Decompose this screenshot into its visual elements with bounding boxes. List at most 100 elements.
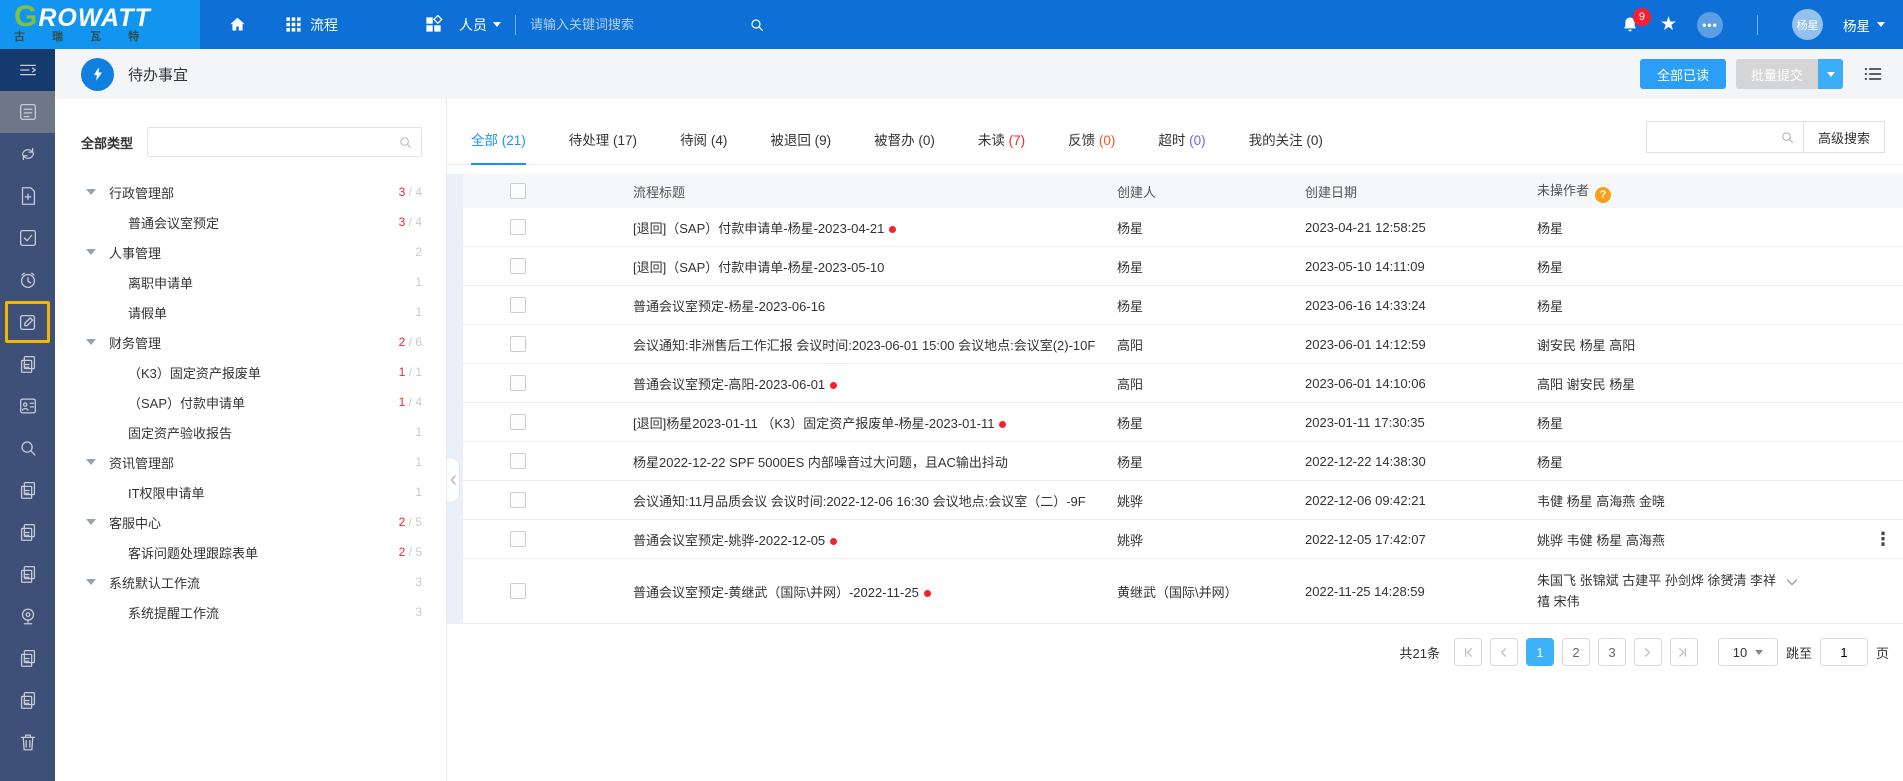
column-header-title[interactable]: 流程标题 [573, 182, 1097, 201]
collapse-triangle-icon[interactable] [86, 519, 96, 525]
collapse-triangle-icon[interactable] [86, 339, 96, 345]
sidebar-item-documents[interactable] [0, 469, 55, 511]
last-page-button[interactable] [1669, 638, 1698, 666]
table-row[interactable]: 普通会议室预定-高阳-2023-06-01 高阳 2023-06-01 14:10:… [447, 364, 1903, 403]
sidebar-item-new-form[interactable] [0, 175, 55, 217]
avatar[interactable]: 杨星 [1792, 9, 1823, 40]
collapse-triangle-icon[interactable] [86, 579, 96, 585]
row-title-link[interactable]: 杨星2022-12-22 SPF 5000ES 内部噪音过大问题，且AC输出抖动 [573, 452, 1097, 471]
sidebar-item-documents-3[interactable] [0, 553, 55, 595]
column-header-date[interactable]: 创建日期 [1287, 182, 1517, 201]
search-category-dropdown[interactable]: 人员 [459, 15, 501, 35]
batch-submit-button[interactable]: 批量提交 [1735, 59, 1818, 89]
tree-item[interactable]: 系统默认工作流 3 [81, 567, 422, 597]
process-menu[interactable]: 流程 [285, 15, 338, 35]
batch-submit-dropdown[interactable] [1818, 59, 1843, 89]
tree-item[interactable]: 财务管理 2 / 6 [81, 327, 422, 357]
read-all-button[interactable]: 全部已读 [1639, 59, 1726, 89]
column-header-creator[interactable]: 创建人 [1097, 182, 1287, 201]
tree-item[interactable]: 固定资产验收报告 1 [81, 417, 422, 447]
row-checkbox[interactable] [510, 375, 526, 391]
sidebar-item-documents-5[interactable] [0, 679, 55, 721]
tab-被退回[interactable]: 被退回 (9) [770, 129, 831, 164]
sidebar-item-pending-clock[interactable] [0, 259, 55, 301]
collapse-triangle-icon[interactable] [86, 459, 96, 465]
jump-to-input[interactable] [1819, 638, 1868, 666]
growatt-logo[interactable]: GROWATT 古 瑞 瓦 特 [0, 0, 200, 49]
tree-item[interactable]: 资讯管理部 1 [81, 447, 422, 477]
tree-item[interactable]: 人事管理 2 [81, 237, 422, 267]
home-button[interactable] [228, 15, 247, 34]
tree-item[interactable]: 行政管理部 3 / 4 [81, 177, 422, 207]
search-icon[interactable] [749, 17, 765, 33]
table-row[interactable]: [退回]（SAP）付款申请单-杨星-2023-04-21 杨星 2023-04-21… [447, 208, 1903, 247]
next-page-button[interactable] [1633, 638, 1662, 666]
row-checkbox[interactable] [510, 531, 526, 547]
row-checkbox[interactable] [510, 258, 526, 274]
prev-page-button[interactable] [1489, 638, 1518, 666]
tree-item[interactable]: 客诉问题处理跟踪表单 2 / 5 [81, 537, 422, 567]
row-checkbox[interactable] [510, 219, 526, 235]
panel-collapse-handle[interactable] [447, 457, 460, 503]
sidebar-item-trash[interactable] [0, 721, 55, 763]
user-menu[interactable]: 杨星 [1843, 15, 1885, 35]
tab-待阅[interactable]: 待阅 (4) [680, 129, 727, 164]
sidebar-item-documents-4[interactable] [0, 637, 55, 679]
row-title-link[interactable]: 普通会议室预定-黄继武（国际\并网）-2022-11-25 [573, 582, 1097, 601]
row-title-link[interactable]: [退回]（SAP）付款申请单-杨星-2023-05-10 [573, 257, 1097, 276]
select-all-checkbox[interactable] [510, 183, 526, 199]
sidebar-item-documents-2[interactable] [0, 511, 55, 553]
tab-全部[interactable]: 全部 (21) [471, 129, 526, 165]
table-row[interactable]: [退回]杨星2023-01-11 （K3）固定资产报废单-杨星-2023-01-… [447, 403, 1903, 442]
tree-item[interactable]: 系统提醒工作流 3 [81, 597, 422, 627]
table-row[interactable]: 会议通知:非洲售后工作汇报 会议时间:2023-06-01 15:00 会议地点… [447, 325, 1903, 364]
table-row[interactable]: [退回]（SAP）付款申请单-杨星-2023-05-10 杨星 2023-05-10… [447, 247, 1903, 286]
sidebar-item-draft-edit[interactable] [5, 301, 50, 343]
org-switch-button[interactable] [424, 15, 443, 34]
global-search-input[interactable] [530, 17, 710, 32]
tree-item[interactable]: （SAP）付款申请单 1 / 4 [81, 387, 422, 417]
table-row[interactable]: 杨星2022-12-22 SPF 5000ES 内部噪音过大问题，且AC输出抖动… [447, 442, 1903, 481]
row-checkbox[interactable] [510, 583, 526, 599]
table-row[interactable]: 会议通知:11月品质会议 会议时间:2022-12-06 16:30 会议地点:… [447, 481, 1903, 520]
row-actions-menu-icon[interactable]: ⋮ [1874, 530, 1892, 548]
row-checkbox[interactable] [510, 453, 526, 469]
row-title-link[interactable]: 普通会议室预定-高阳-2023-06-01 [573, 374, 1097, 393]
row-checkbox[interactable] [510, 297, 526, 313]
sidebar-item-approved[interactable] [0, 217, 55, 259]
tab-我的关注[interactable]: 我的关注 (0) [1249, 129, 1323, 164]
row-title-link[interactable]: [退回]（SAP）付款申请单-杨星-2023-04-21 [573, 218, 1097, 237]
sidebar-item-process-sync[interactable] [0, 133, 55, 175]
type-filter-input[interactable] [156, 134, 398, 150]
row-title-link[interactable]: 普通会议室预定-姚骅-2022-12-05 [573, 530, 1097, 549]
sidebar-item-monitor-cam[interactable] [0, 595, 55, 637]
tree-item[interactable]: 普通会议室预定 3 / 4 [81, 207, 422, 237]
page-button-1[interactable]: 1 [1525, 638, 1554, 666]
page-button-3[interactable]: 3 [1597, 638, 1626, 666]
tree-item[interactable]: （K3）固定资产报废单 1 / 1 [81, 357, 422, 387]
sidebar-item-todo-list[interactable] [0, 91, 55, 133]
row-checkbox[interactable] [510, 336, 526, 352]
row-checkbox[interactable] [510, 492, 526, 508]
row-title-link[interactable]: 会议通知:11月品质会议 会议时间:2022-12-06 16:30 会议地点:… [573, 491, 1097, 510]
tree-item[interactable]: 离职申请单 1 [81, 267, 422, 297]
help-icon[interactable]: ? [1595, 186, 1612, 203]
tab-未读[interactable]: 未读 (7) [978, 129, 1025, 164]
collapse-triangle-icon[interactable] [86, 249, 96, 255]
sidebar-item-copies[interactable] [0, 343, 55, 385]
list-view-toggle-icon[interactable] [1863, 64, 1883, 84]
table-row[interactable]: 普通会议室预定-姚骅-2022-12-05 姚骅 2022-12-05 17:42:… [447, 520, 1903, 559]
tree-item[interactable]: IT权限申请单 1 [81, 477, 422, 507]
notifications-button[interactable]: 9 [1620, 7, 1651, 35]
expand-chevron-icon[interactable] [1776, 573, 1798, 588]
sidebar-item-search[interactable] [0, 427, 55, 469]
first-page-button[interactable] [1453, 638, 1482, 666]
search-icon[interactable] [1780, 130, 1795, 145]
tab-超时[interactable]: 超时 (0) [1158, 129, 1205, 164]
more-options-icon[interactable]: ••• [1697, 11, 1723, 38]
row-checkbox[interactable] [510, 414, 526, 430]
row-title-link[interactable]: 普通会议室预定-杨星-2023-06-16 [573, 296, 1097, 315]
tree-item[interactable]: 请假单 1 [81, 297, 422, 327]
tree-item[interactable]: 客服中心 2 / 5 [81, 507, 422, 537]
advanced-search-button[interactable]: 高级搜索 [1803, 121, 1885, 153]
